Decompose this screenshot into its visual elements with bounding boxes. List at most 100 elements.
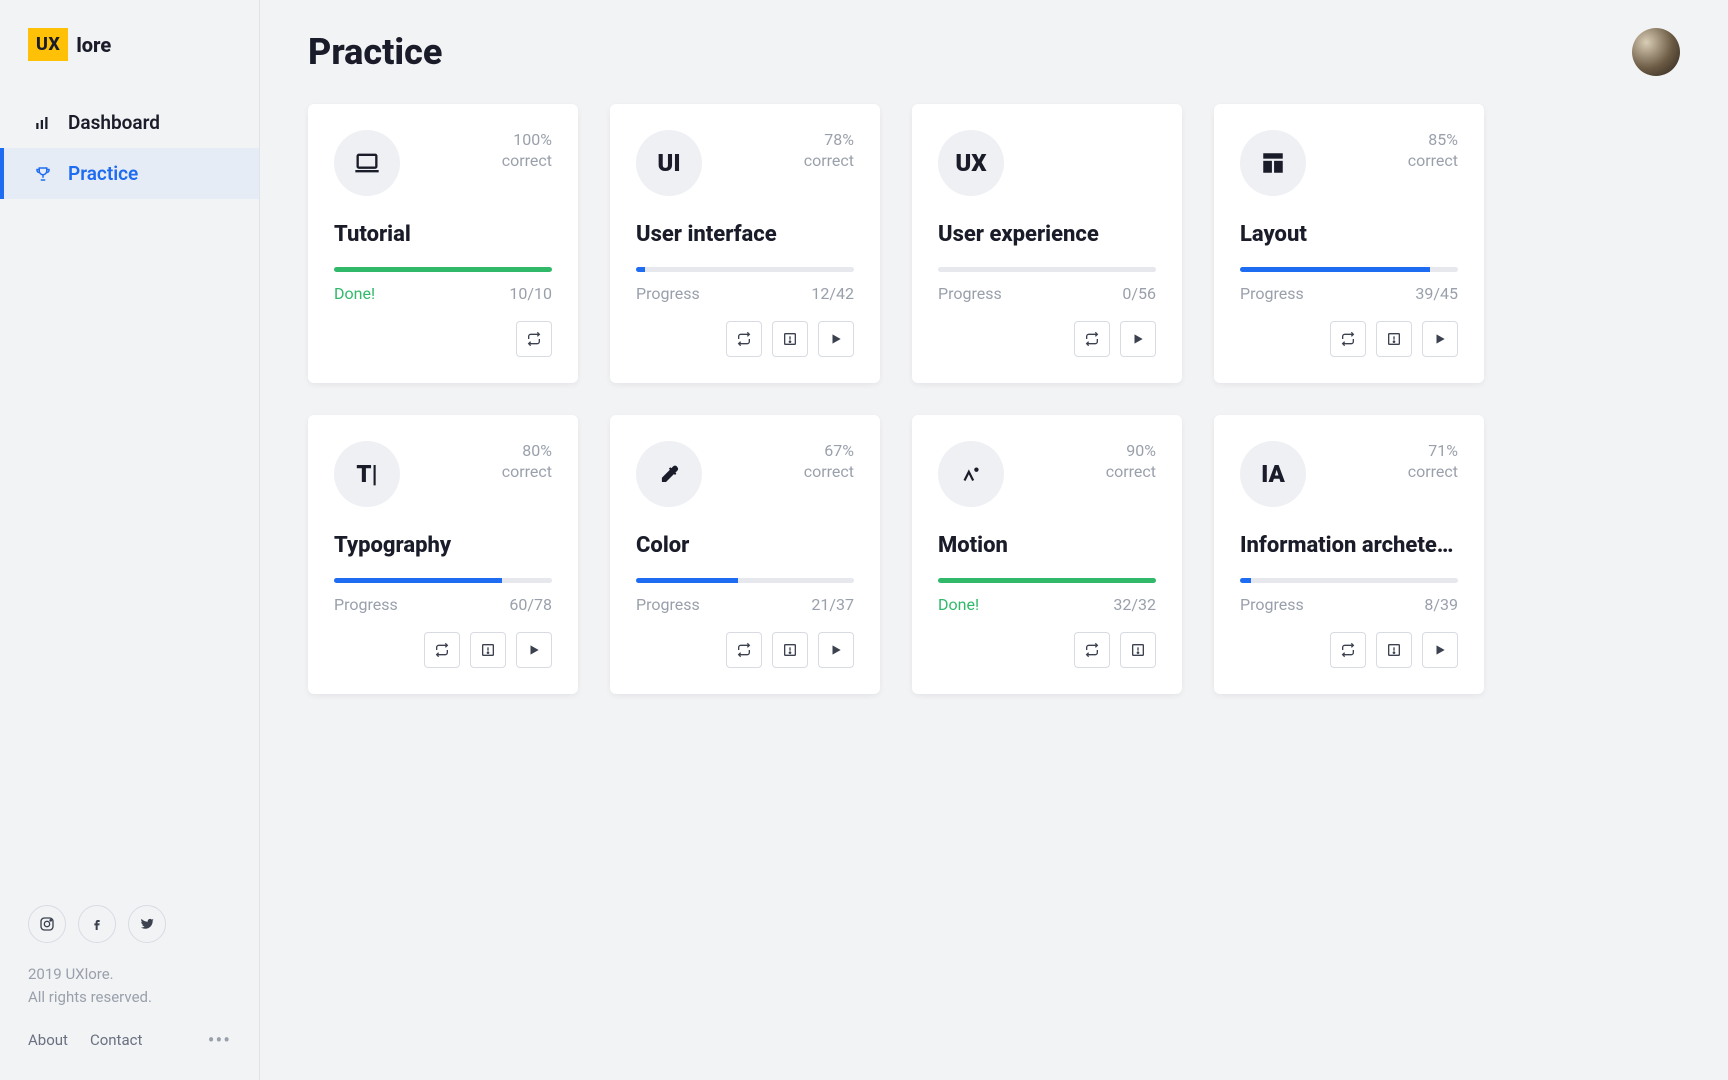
review-icon [782,642,798,658]
progress-bar [938,578,1156,583]
progress-bar [1240,578,1458,583]
repeat-icon [434,642,450,658]
motion-icon [938,441,1004,507]
correct-badge: 78%correct [804,130,854,172]
brand-badge: UX [28,28,68,61]
sidebar-item-dashboard[interactable]: Dashboard [0,97,259,148]
repeat-button[interactable] [726,632,762,668]
correct-label: correct [502,462,552,483]
card-actions [1240,632,1458,668]
bar-chart-icon [32,112,54,134]
correct-label: correct [1106,462,1156,483]
correct-badge: 90%correct [1106,441,1156,483]
progress-label: Progress [636,284,700,303]
eyedropper-icon [636,441,702,507]
play-button[interactable] [516,632,552,668]
topbar: Practice [308,28,1680,76]
card-title: Information archetecture [1240,533,1458,558]
progress-label: Progress [636,595,700,614]
more-icon[interactable]: ••• [208,1028,231,1052]
laptop-icon [334,130,400,196]
review-icon [480,642,496,658]
play-icon [1433,643,1447,657]
repeat-button[interactable] [726,321,762,357]
progress-count: 39/45 [1415,284,1458,303]
repeat-button[interactable] [1330,321,1366,357]
play-button[interactable] [1422,321,1458,357]
review-button[interactable] [772,321,808,357]
play-icon [829,643,843,657]
brand-logo[interactable]: UX lore [0,28,259,61]
progress-count: 0/56 [1122,284,1156,303]
practice-card: 100%correctTutorialDone!10/10 [308,104,578,383]
card-actions [636,321,854,357]
page-title: Practice [308,31,442,73]
repeat-button[interactable] [516,321,552,357]
repeat-button[interactable] [424,632,460,668]
practice-card: 67%correct Color Progress 21/37 [610,415,880,694]
text-icon: UX [938,130,1004,196]
practice-card: 85%correctLayoutProgress39/45 [1214,104,1484,383]
correct-percent: 78% [804,130,854,151]
main-content: Practice 100%correctTutorialDone!10/10UI… [260,0,1728,1080]
review-button[interactable] [1376,321,1412,357]
card-actions [334,321,552,357]
correct-percent: 85% [1408,130,1458,151]
repeat-icon [526,331,542,347]
progress-label: Progress [334,595,398,614]
footer-about-link[interactable]: About [28,1031,68,1049]
practice-card: 90%correctMotionDone!32/32 [912,415,1182,694]
card-title: Tutorial [334,222,552,247]
repeat-icon [1084,642,1100,658]
practice-grid: 100%correctTutorialDone!10/10UI78%correc… [308,104,1680,694]
avatar[interactable] [1632,28,1680,76]
play-button[interactable] [1422,632,1458,668]
progress-bar [334,267,552,272]
repeat-button[interactable] [1074,321,1110,357]
review-button[interactable] [470,632,506,668]
review-button[interactable] [772,632,808,668]
text-icon: IA [1240,441,1306,507]
play-icon [1131,332,1145,346]
correct-badge: 67%correct [804,441,854,483]
play-icon [1433,332,1447,346]
practice-card: UI78%correctUser interfaceProgress12/42 [610,104,880,383]
play-button[interactable] [818,632,854,668]
twitter-icon[interactable] [128,905,166,943]
trophy-icon [32,163,54,185]
sidebar-item-practice[interactable]: Practice [0,148,259,199]
sidebar-nav: Dashboard Practice [0,97,259,199]
card-title: Color [636,533,854,558]
card-actions [334,632,552,668]
review-icon [782,331,798,347]
play-button[interactable] [1120,321,1156,357]
progress-count: 21/37 [811,595,854,614]
sidebar-item-label: Dashboard [68,111,160,134]
repeat-icon [736,642,752,658]
card-actions [636,632,854,668]
review-button[interactable] [1120,632,1156,668]
card-title: User experience [938,222,1156,247]
repeat-button[interactable] [1074,632,1110,668]
facebook-icon[interactable] [78,905,116,943]
sidebar-item-label: Practice [68,162,138,185]
repeat-icon [736,331,752,347]
progress-label: Done! [334,284,375,303]
instagram-icon[interactable] [28,905,66,943]
sidebar: UX lore Dashboard Practice 2019 UXlore. A… [0,0,260,1080]
repeat-icon [1340,331,1356,347]
card-title: Motion [938,533,1156,558]
review-icon [1386,331,1402,347]
progress-count: 8/39 [1424,595,1458,614]
progress-label: Progress [1240,595,1304,614]
correct-percent: 100% [502,130,552,151]
progress-bar [636,267,854,272]
play-button[interactable] [818,321,854,357]
review-button[interactable] [1376,632,1412,668]
correct-badge: 80%correct [502,441,552,483]
progress-label: Progress [1240,284,1304,303]
correct-badge: 71%correct [1408,441,1458,483]
repeat-button[interactable] [1330,632,1366,668]
footer-contact-link[interactable]: Contact [90,1031,142,1049]
footer-copyright: 2019 UXlore. All rights reserved. [28,963,231,1008]
